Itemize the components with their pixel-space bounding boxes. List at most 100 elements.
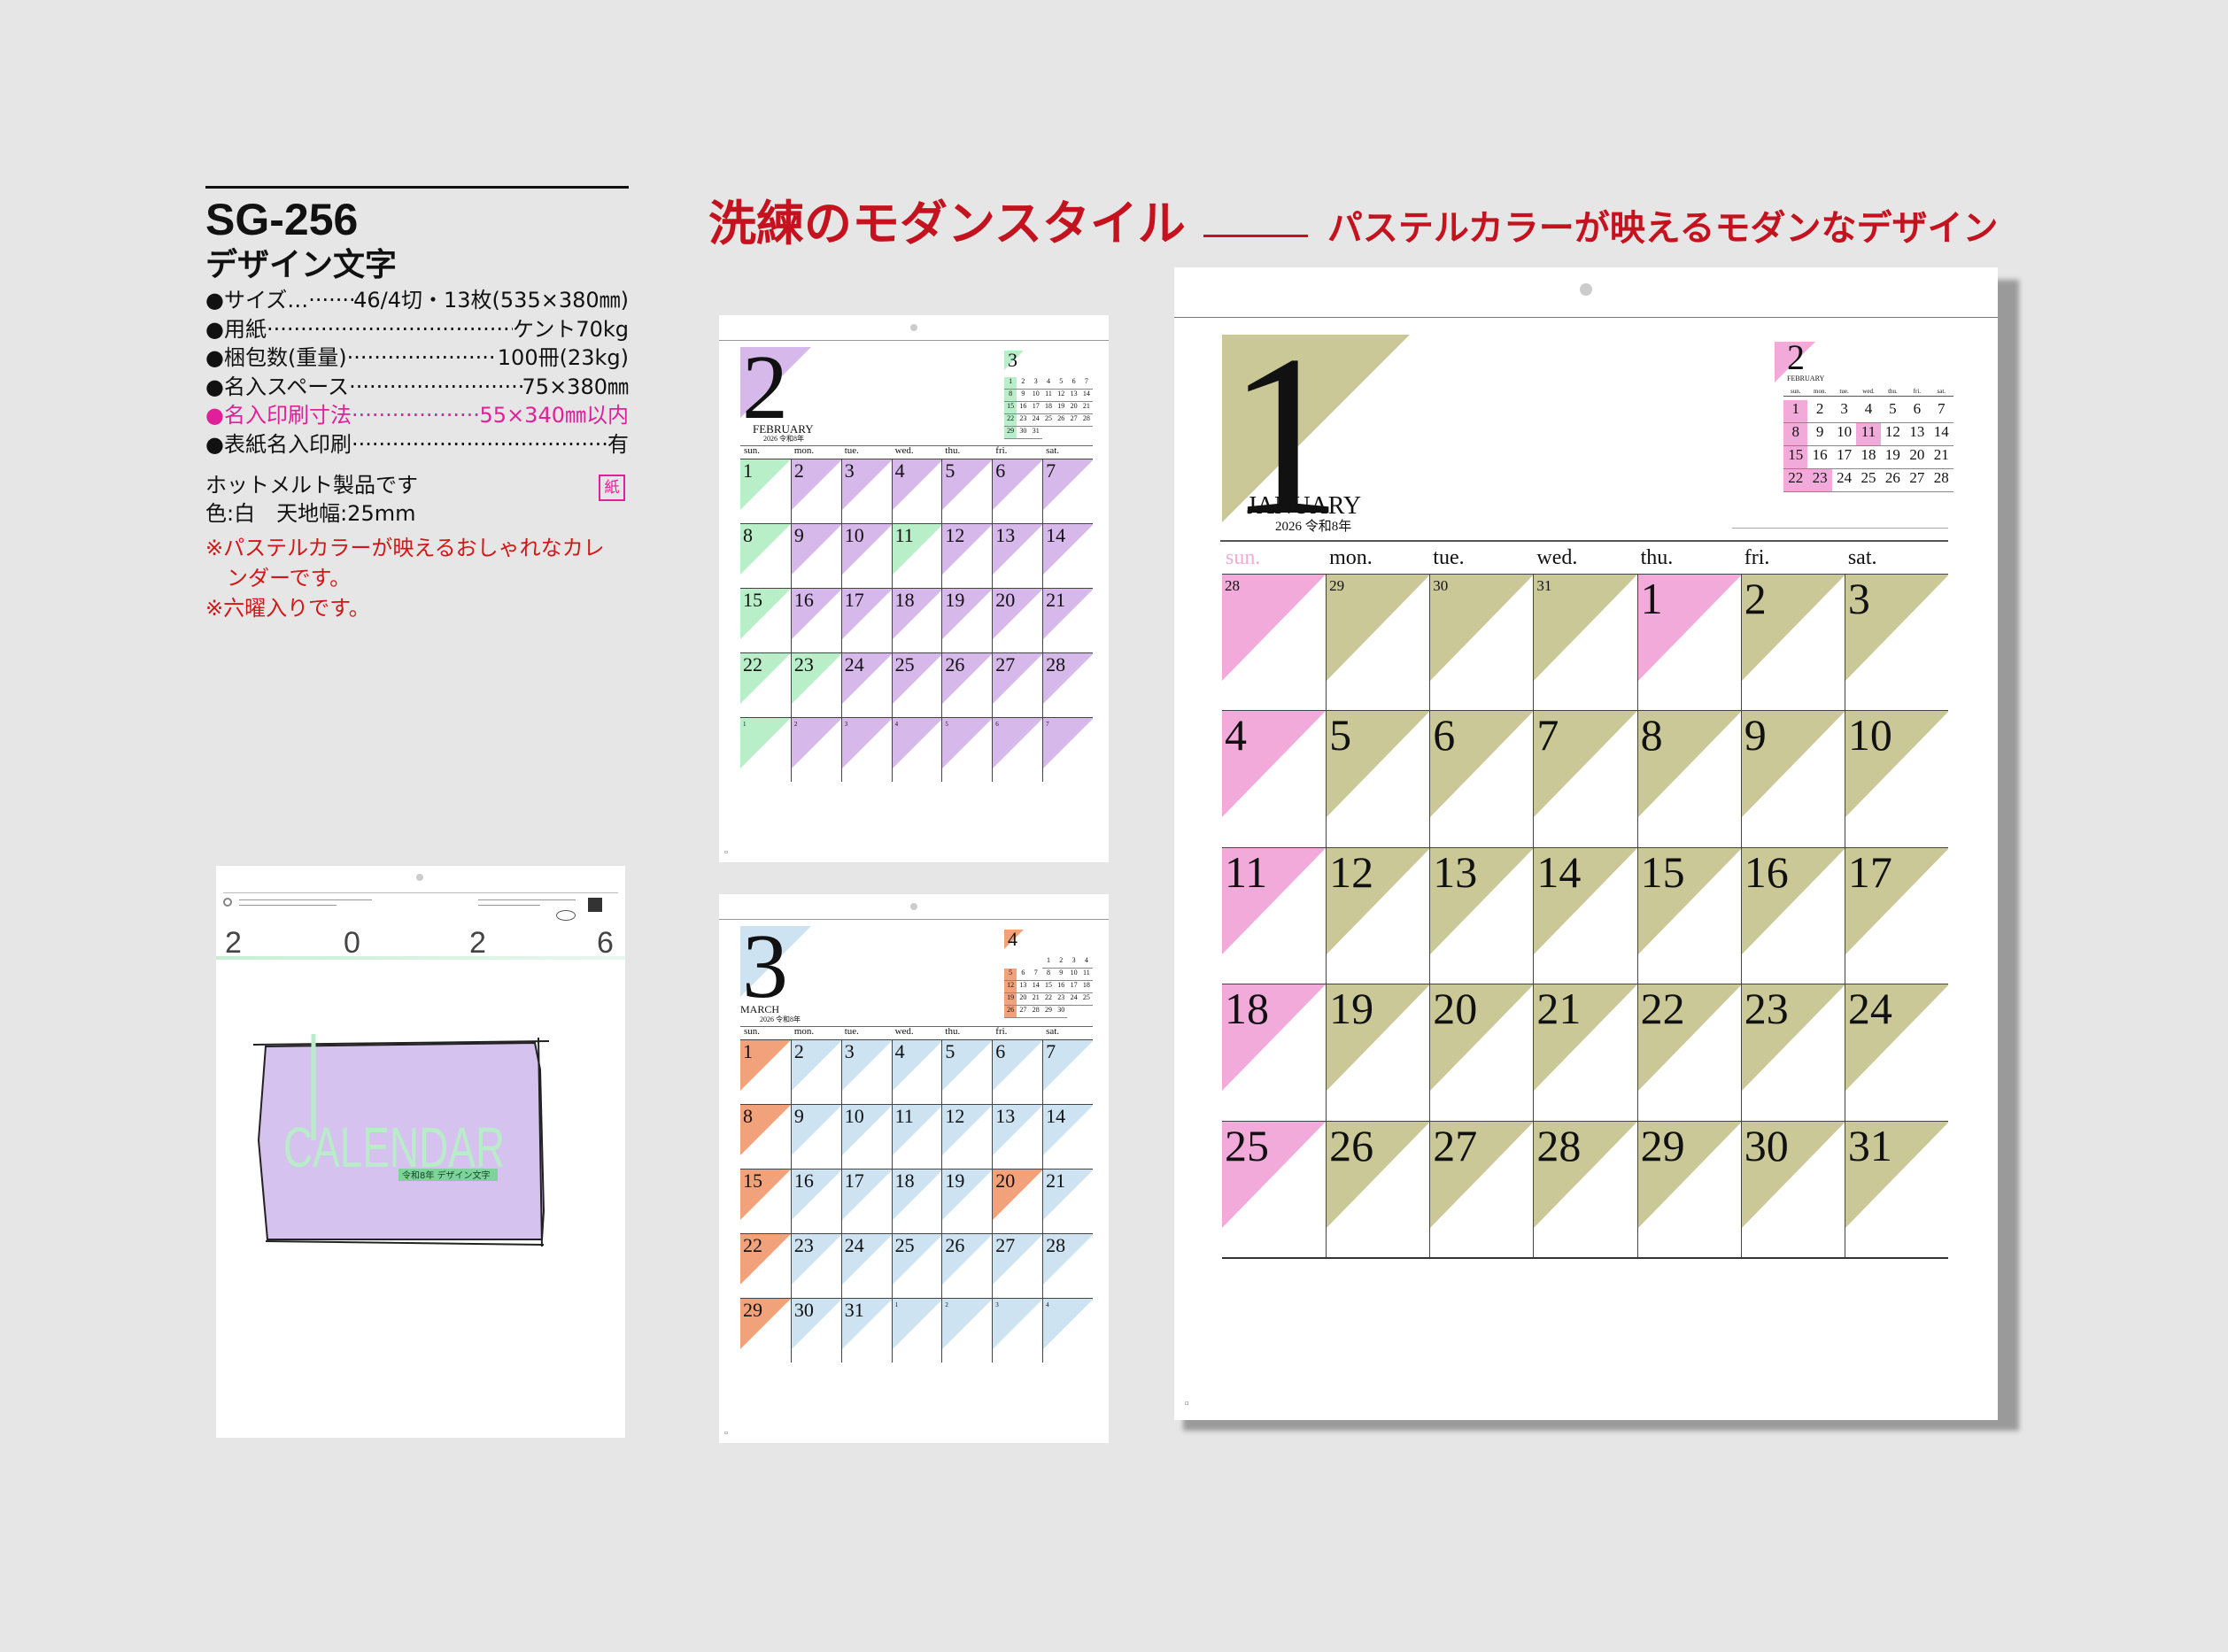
day-cell: 17 [840, 588, 892, 652]
cover-artwork: CALENDAR 令和8年 デザイン文字 [252, 1034, 550, 1247]
mini-day: 19 [1880, 446, 1906, 469]
mini-day: 24 [1029, 414, 1042, 427]
mini-day: 9 [1055, 969, 1068, 981]
day-cell: 25 [1222, 1120, 1327, 1257]
mini-day: 19 [1004, 993, 1017, 1006]
spec-value: 有 [607, 431, 629, 457]
day-cell: 14 [1042, 1104, 1093, 1169]
day-cell: 29 [1326, 574, 1430, 711]
mini-day: 11 [1856, 423, 1881, 446]
spec-value: 46/4切・13枚(535×380㎜) [353, 288, 629, 313]
mini-weekday: thu. [1888, 388, 1898, 395]
day-number: 28 [1046, 653, 1066, 675]
weekday-label: mon. [1329, 546, 1373, 569]
day-cell: 31 [1533, 574, 1637, 711]
mini-day: 4 [1041, 377, 1056, 390]
mini-day: 25 [1041, 414, 1056, 427]
mini-day: 20 [1905, 446, 1930, 469]
day-number: 26 [945, 653, 965, 675]
mini-day: 26 [1055, 414, 1068, 427]
month-number: 2 [742, 336, 788, 438]
page-mark: ▫ [724, 849, 729, 855]
mini-day: 26 [1880, 469, 1906, 492]
mini-day: 15 [1004, 402, 1017, 414]
mini-day: 29 [1041, 1006, 1056, 1018]
mini-day: 28 [1929, 469, 1953, 492]
day-triangle [1222, 575, 1326, 681]
day-number: 15 [1640, 846, 1685, 897]
red-note-1: ※パステルカラーが映えるおしゃれなカレ [205, 536, 605, 560]
mini-day: 30 [1055, 1006, 1068, 1018]
mini-day: 9 [1017, 390, 1030, 402]
spec-value: 100冊(23kg) [497, 345, 629, 370]
red-note-3: ※六曜入りです。 [205, 596, 370, 621]
spec-leader-dots [352, 430, 607, 459]
mini-weekday: sun. [1790, 388, 1801, 395]
day-cell: 11 [891, 523, 942, 588]
weekday-label: thu. [945, 1026, 961, 1037]
day-number: 13 [995, 1105, 1016, 1127]
day-cell: 1 [740, 1039, 791, 1104]
day-number: 27 [995, 653, 1016, 675]
day-number: 19 [945, 1170, 965, 1192]
mini-day: 4 [1856, 400, 1881, 423]
spec-label: ●用紙 [205, 316, 267, 342]
spec-row: ●サイズ… 46/4切・13枚(535×380㎜) [205, 286, 629, 315]
mini-day: 13 [1905, 423, 1930, 446]
mini-day: 26 [1004, 1006, 1017, 1018]
day-number: 9 [793, 1105, 804, 1127]
mini-day: 9 [1807, 423, 1832, 446]
mini-day: 11 [1079, 969, 1093, 981]
day-cell: 5 [941, 717, 993, 782]
day-cell: 20 [992, 1169, 1043, 1233]
mini-day: 12 [1880, 423, 1906, 446]
year-line: 2026 令和8年 [763, 435, 804, 443]
mini-day: 12 [1004, 981, 1017, 993]
day-number: 1 [743, 1040, 753, 1062]
day-cell: 28 [1222, 574, 1327, 710]
day-number: 4 [1046, 1301, 1049, 1308]
day-cell: 16 [1740, 846, 1845, 984]
day-number: 22 [743, 653, 762, 675]
day-number: 21 [1046, 589, 1066, 611]
mini-day: 23 [1055, 993, 1068, 1006]
day-number: 27 [995, 1234, 1016, 1256]
day-number: 19 [945, 589, 965, 611]
day-triangle [942, 718, 993, 768]
day-number: 4 [1225, 710, 1247, 760]
day-number: 18 [894, 1170, 915, 1192]
day-cell: 4 [891, 459, 942, 523]
mini-day: 1 [1783, 400, 1808, 423]
day-cell: 21 [1042, 588, 1093, 652]
spec-label: ●名入印刷寸法 [205, 403, 352, 428]
day-cell: 6 [992, 459, 1043, 523]
spec-label: ●サイズ… [205, 288, 309, 313]
day-cell: 8 [740, 1104, 791, 1169]
day-cell: 25 [891, 1233, 942, 1298]
mini-weekday: sat. [1937, 388, 1946, 395]
cover-fine-print-line [478, 899, 576, 900]
weekday-label: fri. [995, 445, 1008, 456]
weekday-label: sat. [1847, 546, 1877, 569]
day-number: 24 [844, 1234, 864, 1256]
mini-day: 6 [1067, 377, 1080, 390]
mini-day: 2 [1807, 400, 1832, 423]
mini-day: 16 [1055, 981, 1068, 993]
fine-print-line [1732, 528, 1948, 529]
mini-day: 23 [1017, 414, 1030, 427]
note-hotmelt: ホットメルト製品です [205, 473, 418, 498]
mini-day: 27 [1017, 1006, 1030, 1018]
hang-hole [910, 903, 917, 910]
day-number: 4 [894, 721, 899, 728]
mini-day: 4 [1079, 956, 1093, 969]
day-number: 5 [945, 721, 948, 728]
weekday-rule [1220, 540, 1948, 542]
day-number: 11 [1225, 846, 1268, 897]
day-triangle [1430, 575, 1534, 681]
year-line: 2026 令和8年 [1275, 520, 1352, 534]
day-number: 10 [1847, 710, 1892, 760]
red-note-2: ンダーです。 [205, 566, 352, 591]
day-number: 25 [894, 653, 915, 675]
mini-day: 28 [1079, 414, 1093, 427]
product-name: デザイン文字 [205, 247, 398, 283]
